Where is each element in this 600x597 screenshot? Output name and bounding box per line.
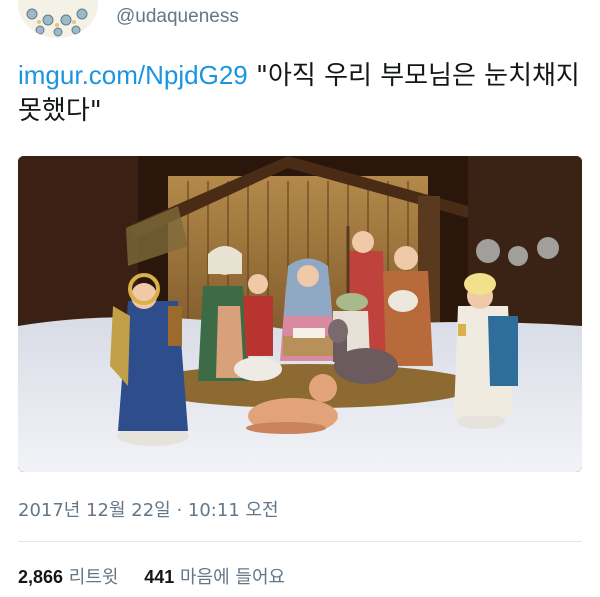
retweets-stat[interactable]: 2,866 리트윗	[18, 567, 124, 588]
author-handle[interactable]: @udaqueness	[116, 6, 239, 28]
retweets-label: 리트윗	[68, 567, 119, 588]
retweets-count: 2,866	[18, 567, 64, 587]
tweet-text: imgur.com/NpjdG29 "아직 우리 부모님은 눈치채지 못했다"	[18, 58, 588, 129]
avatar[interactable]	[18, 0, 98, 38]
tweet-stats: 2,866 리트윗 441 마음에 들어요	[18, 563, 305, 589]
likes-stat[interactable]: 441 마음에 들어요	[144, 567, 285, 588]
tweet-photo[interactable]	[18, 156, 582, 472]
likes-label: 마음에 들어요	[179, 567, 286, 588]
tweet-timestamp[interactable]: 2017년 12월 22일 · 10:11 오전	[18, 496, 279, 522]
divider	[18, 541, 582, 542]
tweet-header: @udaqueness	[0, 0, 600, 50]
likes-count: 441	[144, 567, 175, 587]
tweet-link[interactable]: imgur.com/NpjdG29	[18, 60, 248, 90]
nativity-scene-photo	[18, 156, 582, 472]
avatar-pattern-icon	[18, 0, 98, 38]
